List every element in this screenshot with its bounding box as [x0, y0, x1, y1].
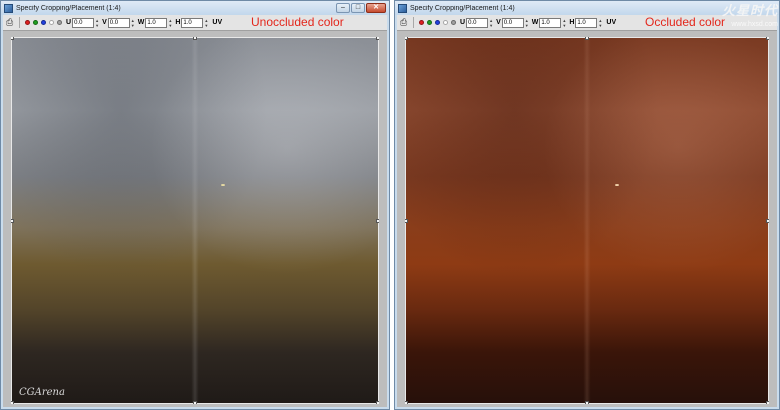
hxsd-logo-text: 火星时代 [721, 4, 778, 19]
window-title: Specify Cropping/Placement (1:4) [16, 4, 121, 12]
texture-preview[interactable]: CGArena [11, 37, 379, 404]
minimize-button[interactable]: – [336, 3, 350, 13]
uv-toggle[interactable]: UV [606, 19, 616, 26]
crop-placement-window-right: Specify Cropping/Placement (1:4) ⎙ U ▲▼ … [394, 0, 780, 410]
h-label: H [569, 19, 575, 26]
v-field[interactable] [501, 17, 524, 28]
u-label: U [460, 19, 466, 26]
alpha-channel-button[interactable] [56, 20, 62, 25]
crop-handle-left[interactable] [11, 218, 14, 223]
h-field[interactable] [575, 17, 598, 28]
crop-region[interactable] [405, 37, 769, 404]
u-field[interactable] [72, 17, 95, 28]
green-channel-button[interactable] [32, 20, 38, 25]
print-icon[interactable]: ⎙ [400, 18, 410, 27]
h-label: H [175, 19, 181, 26]
h-spinner[interactable]: ▲ ▼ [598, 18, 602, 28]
green-channel-button[interactable] [426, 20, 432, 25]
white-channel-button[interactable] [442, 20, 448, 25]
crop-handle-bottom-left[interactable] [405, 401, 408, 404]
title-bar[interactable]: Specify Cropping/Placement (1:4) – □ ✕ [1, 1, 389, 15]
red-channel-button[interactable] [418, 20, 424, 25]
v-spinner[interactable]: ▲ ▼ [525, 18, 529, 28]
u-spinner[interactable]: ▲ ▼ [489, 18, 493, 28]
blue-channel-button[interactable] [40, 20, 46, 25]
window-controls: – □ ✕ [336, 3, 386, 13]
app-icon [398, 3, 407, 13]
canvas-frame [397, 31, 777, 407]
white-channel-button[interactable] [48, 20, 54, 25]
crop-handle-bottom-left[interactable] [11, 401, 14, 404]
w-spinner[interactable]: ▲ ▼ [562, 18, 566, 28]
crop-handle-bottom[interactable] [193, 401, 197, 404]
blue-channel-button[interactable] [434, 20, 440, 25]
close-button[interactable]: ✕ [366, 3, 386, 13]
v-field[interactable] [107, 17, 130, 28]
unoccluded-color-annotation: Unoccluded color [251, 15, 344, 29]
cgarena-watermark: CGArena [19, 387, 65, 398]
crop-handle-top[interactable] [193, 37, 197, 40]
u-label: U [66, 19, 72, 26]
crop-region[interactable] [11, 37, 379, 404]
crop-handle-right[interactable] [766, 218, 769, 223]
w-spinner[interactable]: ▲ ▼ [168, 18, 172, 28]
print-icon[interactable]: ⎙ [6, 18, 16, 27]
w-field[interactable] [539, 17, 562, 28]
app-icon [4, 3, 13, 13]
crop-handle-bottom[interactable] [585, 401, 589, 404]
v-label: V [102, 19, 107, 26]
crop-handle-bottom-right[interactable] [376, 401, 379, 404]
hxsd-watermark: 火星时代 www.hxsd.com [690, 4, 778, 34]
texture-preview[interactable] [405, 37, 769, 404]
crop-placement-window-left: Specify Cropping/Placement (1:4) – □ ✕ ⎙… [0, 0, 390, 410]
canvas-frame: CGArena [3, 31, 387, 407]
maximize-button[interactable]: □ [351, 3, 365, 13]
alpha-channel-button[interactable] [450, 20, 456, 25]
crop-handle-right[interactable] [376, 218, 379, 223]
v-label: V [496, 19, 501, 26]
uv-toggle[interactable]: UV [212, 19, 222, 26]
u-field[interactable] [466, 17, 489, 28]
w-field[interactable] [145, 17, 168, 28]
v-spinner[interactable]: ▲ ▼ [131, 18, 135, 28]
h-spinner[interactable]: ▲ ▼ [204, 18, 208, 28]
w-label: W [531, 19, 539, 26]
crop-handle-bottom-right[interactable] [766, 401, 769, 404]
crop-handle-top[interactable] [585, 37, 589, 40]
crop-handle-top-right[interactable] [376, 37, 379, 40]
toolbar-separator [19, 17, 20, 28]
hxsd-url: www.hxsd.com [731, 21, 778, 28]
red-channel-button[interactable] [24, 20, 30, 25]
crop-handle-top-left[interactable] [405, 37, 408, 40]
toolbar-separator [413, 17, 414, 28]
h-field[interactable] [181, 17, 204, 28]
crop-handle-top-right[interactable] [766, 37, 769, 40]
u-spinner[interactable]: ▲ ▼ [95, 18, 99, 28]
w-label: W [137, 19, 145, 26]
crop-handle-top-left[interactable] [11, 37, 14, 40]
crop-handle-left[interactable] [405, 218, 408, 223]
